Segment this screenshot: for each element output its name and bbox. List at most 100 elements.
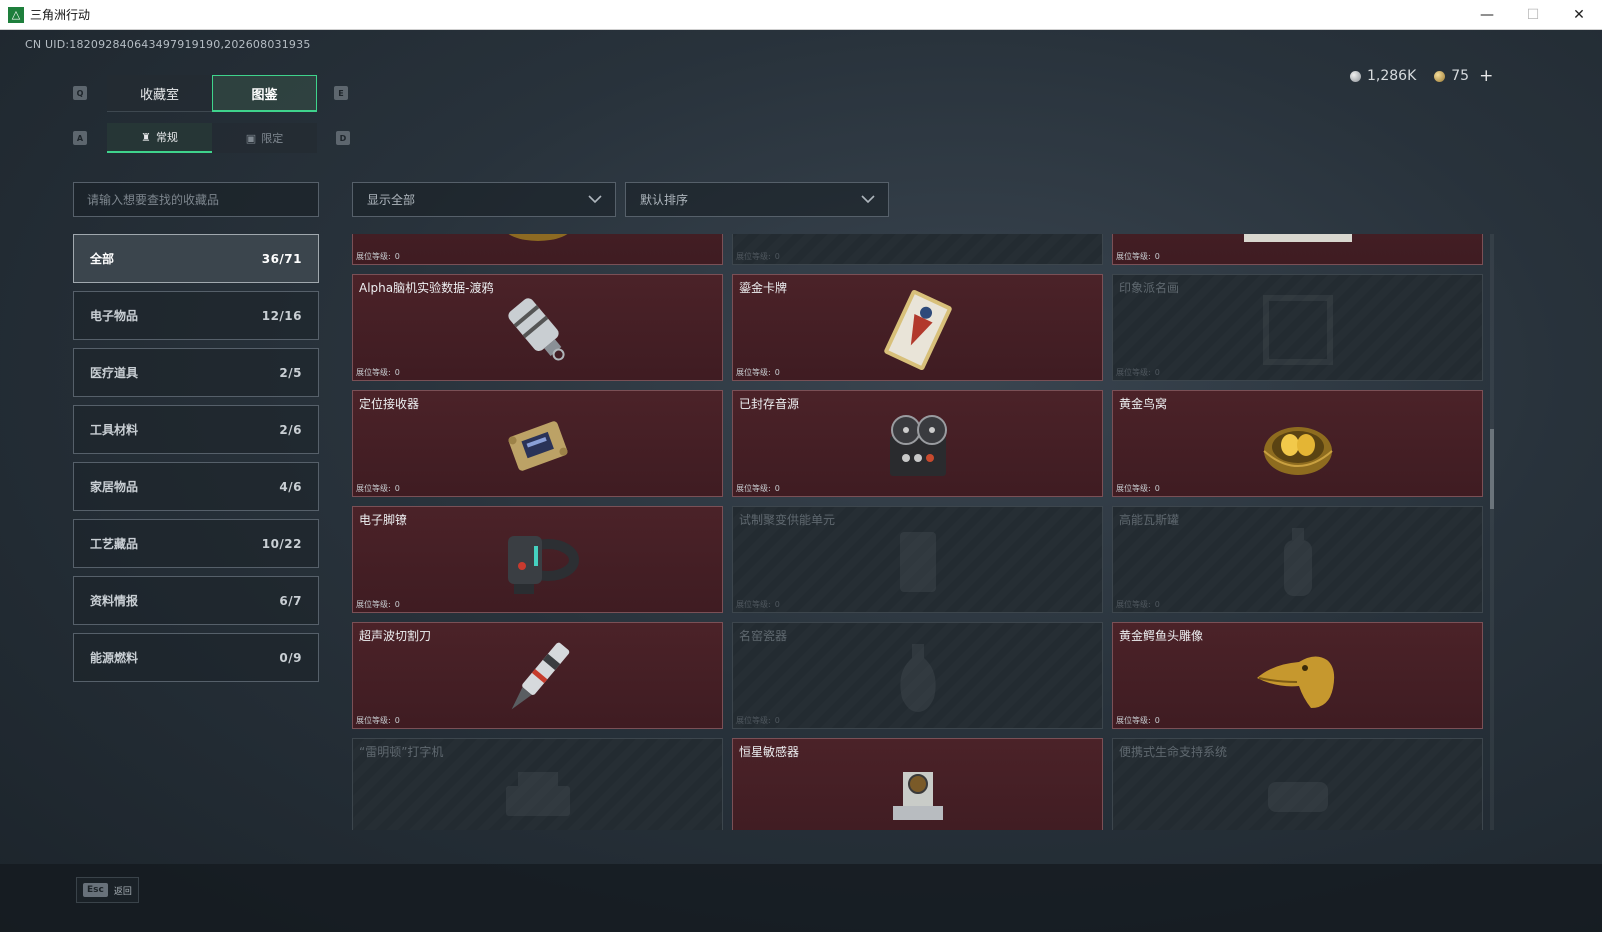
category-count: 6/7 xyxy=(279,593,302,608)
booth-level-label: 展位等级: xyxy=(1116,484,1151,493)
category-intel[interactable]: 资料情报 6/7 xyxy=(73,576,319,625)
gold-coin-icon xyxy=(1434,70,1446,82)
star-sensor-icon xyxy=(883,754,953,830)
collectible-card[interactable]: 名窑瓷器 展位等级: 0 xyxy=(732,622,1103,729)
collectible-card[interactable]: 展位等级: 0 xyxy=(732,234,1103,265)
booth-level: 展位等级: 0 xyxy=(736,599,780,610)
bottom-bar xyxy=(0,864,1602,932)
category-crafts[interactable]: 工艺藏品 10/22 xyxy=(73,519,319,568)
category-electronics[interactable]: 电子物品 12/16 xyxy=(73,291,319,340)
item-grid: 展位等级: 0 展位等级: 0 展位等级: 0 Alpha脑机实验数据-渡鸦 展位等级: 0 鎏金… xyxy=(352,234,1483,830)
filter-dropdown[interactable]: 显示全部 xyxy=(352,182,616,217)
category-medical[interactable]: 医疗道具 2/5 xyxy=(73,348,319,397)
collectible-card[interactable]: 定位接收器 展位等级: 0 xyxy=(352,390,723,497)
window-controls: — ☐ ✕ xyxy=(1464,0,1602,30)
collectible-card[interactable]: “雷明顿”打字机展位等级:0 xyxy=(352,738,723,830)
booth-level-label: 展位等级: xyxy=(736,600,771,609)
collectible-name: 印象派名画 xyxy=(1119,281,1180,295)
collectible-card[interactable]: 印象派名画 展位等级: 0 xyxy=(1112,274,1483,381)
collectible-card[interactable]: 试制聚变供能单元 展位等级: 0 xyxy=(732,506,1103,613)
collectible-card[interactable]: 展位等级: 0 xyxy=(352,234,723,265)
close-button[interactable]: ✕ xyxy=(1556,0,1602,30)
collectible-card[interactable]: Alpha脑机实验数据-渡鸦 展位等级: 0 xyxy=(352,274,723,381)
booth-level-value: 0 xyxy=(394,600,400,609)
fusion-cell-icon xyxy=(888,522,948,606)
silver-amount: 1,286K xyxy=(1367,68,1417,84)
search-input[interactable] xyxy=(87,192,305,207)
collectible-card[interactable]: 便携式生命支持系统展位等级:0 xyxy=(1112,738,1483,830)
collectible-card[interactable]: 电子脚镣展位等级: 0 xyxy=(352,506,723,613)
add-currency-button[interactable]: + xyxy=(1479,66,1493,86)
booth-level-value: 0 xyxy=(774,716,780,725)
collectible-card[interactable]: 黄金鸟窝 展位等级: 0 xyxy=(1112,390,1483,497)
booth-level-label: 展位等级: xyxy=(356,484,391,493)
collectible-card[interactable]: 展位等级: 0 xyxy=(1112,234,1483,265)
picture-icon: ▣ xyxy=(245,131,257,145)
collectible-name: 试制聚变供能单元 xyxy=(739,513,836,527)
booth-level-label: 展位等级: xyxy=(356,600,391,609)
sort-dropdown[interactable]: 默认排序 xyxy=(625,182,889,217)
category-household[interactable]: 家居物品 4/6 xyxy=(73,462,319,511)
blueprint-icon xyxy=(1242,234,1354,248)
key-hint-next-subtab: D xyxy=(336,131,350,145)
search-box xyxy=(73,182,319,217)
category-count: 2/5 xyxy=(279,365,302,380)
typewriter-icon xyxy=(498,764,578,828)
category-label: 能源燃料 xyxy=(90,651,139,665)
booth-level-label: 展位等级: xyxy=(356,368,391,377)
tab-collection-room[interactable]: 收藏室 xyxy=(107,75,212,112)
collectible-name: 便携式生命支持系统 xyxy=(1119,745,1228,759)
tab-limited[interactable]: ▣ 限定 xyxy=(212,123,317,153)
collectible-name: 电子脚镣 xyxy=(359,513,408,527)
category-count: 12/16 xyxy=(261,308,302,323)
collectible-card[interactable]: 恒星敏感器展位等级:0 xyxy=(732,738,1103,830)
category-count: 10/22 xyxy=(261,536,302,551)
tab-regular[interactable]: ♜ 常规 xyxy=(107,123,212,153)
booth-level-value: 0 xyxy=(774,600,780,609)
booth-level-value: 0 xyxy=(394,484,400,493)
scroll-thumb[interactable] xyxy=(1490,429,1494,509)
booth-level-label: 展位等级: xyxy=(1116,716,1151,725)
booth-level-label: 展位等级: xyxy=(1116,252,1151,261)
category-label: 全部 xyxy=(90,252,115,266)
category-tools[interactable]: 工具材料 2/6 xyxy=(73,405,319,454)
collectible-card[interactable]: 已封存音源 展位等级: 0 xyxy=(732,390,1103,497)
collectible-card[interactable]: 高能瓦斯罐 展位等级: 0 xyxy=(1112,506,1483,613)
category-label: 医疗道具 xyxy=(90,366,139,380)
collectible-card[interactable]: 超声波切割刀 展位等级: 0 xyxy=(352,622,723,729)
collectible-name: “雷明顿”打字机 xyxy=(359,745,444,759)
maximize-button[interactable]: ☐ xyxy=(1510,0,1556,30)
grid-scrollbar[interactable] xyxy=(1490,234,1494,830)
key-hint-next-tab: E xyxy=(334,86,348,100)
golden-crocodile-icon xyxy=(1253,638,1343,722)
caviar-tin-icon xyxy=(498,234,578,253)
booth-level: 展位等级: 0 xyxy=(736,251,780,262)
silver-currency: 1,286K xyxy=(1350,68,1416,84)
category-count: 36/71 xyxy=(261,251,302,266)
category-energy[interactable]: 能源燃料 0/9 xyxy=(73,633,319,682)
booth-level: 展位等级: 0 xyxy=(356,367,400,378)
ultrasonic-knife-icon xyxy=(498,633,578,727)
collectible-card[interactable]: 鎏金卡牌 展位等级: 0 xyxy=(732,274,1103,381)
category-label: 电子物品 xyxy=(90,309,139,323)
currency-display: 1,286K 75 + xyxy=(1350,66,1493,86)
tab-catalog[interactable]: 图鉴 xyxy=(212,75,317,112)
booth-level: 展位等级: 0 xyxy=(1116,715,1160,726)
reel-recorder-icon xyxy=(878,406,958,490)
receiver-icon xyxy=(498,406,578,490)
player-uid: CN UID:182092840643497919190,20260803193… xyxy=(25,38,311,51)
chevron-down-icon xyxy=(861,195,875,204)
chevron-down-icon xyxy=(588,195,602,204)
back-button[interactable]: Esc 返回 xyxy=(76,877,139,903)
data-capsule-icon xyxy=(498,290,578,374)
collectible-card[interactable]: 黄金鳄鱼头雕像 展位等级: 0 xyxy=(1112,622,1483,729)
minimize-button[interactable]: — xyxy=(1464,0,1510,30)
category-all[interactable]: 全部 36/71 xyxy=(73,234,319,283)
booth-level-label: 展位等级: xyxy=(736,368,771,377)
booth-level-label: 展位等级: xyxy=(1116,368,1151,377)
silver-coin-icon xyxy=(1350,70,1361,82)
gas-canister-icon xyxy=(1268,522,1328,606)
porcelain-vase-icon xyxy=(888,638,948,722)
category-label: 工艺藏品 xyxy=(90,537,139,551)
ankle-monitor-icon xyxy=(496,522,580,606)
